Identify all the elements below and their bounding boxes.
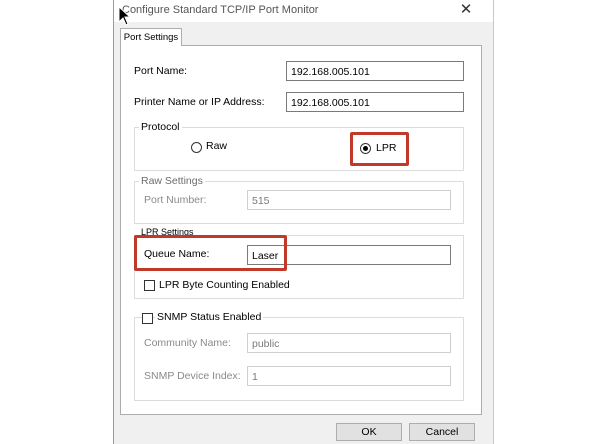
cancel-button[interactable]: Cancel [409,423,475,441]
protocol-group-label: Protocol [139,121,182,133]
port-number-label: Port Number: [144,194,207,206]
snmp-group: SNMP Status Enabled Community Name: publ… [134,311,464,401]
mouse-pointer-icon [118,6,132,26]
port-number-field[interactable]: 515 [247,190,451,210]
ok-button[interactable]: OK [336,423,402,441]
snmp-device-index-label: SNMP Device Index: [144,370,241,382]
lpr-settings-group: LPR Settings Queue Name: Laser LPR Byte … [134,227,464,299]
raw-settings-group: Raw Settings Port Number: 515 [134,175,464,224]
queue-name-highlight-box [134,235,287,271]
snmp-status-label: SNMP Status Enabled [155,311,264,323]
raw-settings-label: Raw Settings [139,175,205,187]
snmp-device-index-field[interactable]: 1 [247,366,451,386]
title-bar: Configure Standard TCP/IP Port Monitor ✕ [114,0,493,22]
protocol-group: Protocol Raw LPR [134,121,464,171]
raw-radio-label: Raw [206,140,228,152]
port-name-label: Port Name: [134,65,188,77]
close-icon[interactable]: ✕ [457,2,475,18]
window-title: Configure Standard TCP/IP Port Monitor [122,4,319,16]
raw-radio[interactable] [191,142,202,153]
lpr-highlight-box [350,132,409,166]
printer-name-label: Printer Name or IP Address: [134,96,265,108]
lpr-byte-counting-checkbox[interactable] [144,280,155,291]
snmp-status-checkbox[interactable] [142,313,153,324]
port-settings-panel: Port Name: 192.168.005.101 Printer Name … [120,45,482,415]
tab-port-settings[interactable]: Port Settings [120,28,182,46]
printer-name-field[interactable]: 192.168.005.101 [286,92,464,112]
community-name-field[interactable]: public [247,333,451,353]
community-name-label: Community Name: [144,337,231,349]
port-name-field[interactable]: 192.168.005.101 [286,61,464,81]
lpr-byte-counting-label: LPR Byte Counting Enabled [159,279,290,291]
port-monitor-dialog: Configure Standard TCP/IP Port Monitor ✕… [113,0,494,444]
